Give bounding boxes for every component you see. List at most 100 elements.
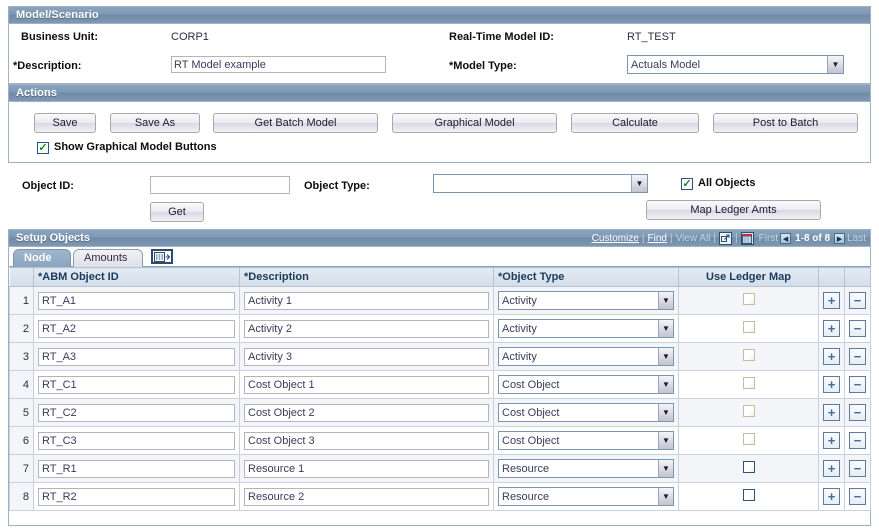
add-row-column [818, 267, 845, 287]
save-as-button[interactable]: Save As [110, 113, 200, 133]
description-input[interactable] [244, 431, 489, 450]
add-row-button[interactable]: + [823, 376, 840, 393]
object-type-column[interactable]: *Object Type [493, 267, 679, 287]
chevron-down-icon[interactable]: ▼ [658, 376, 673, 393]
add-row-cell: + [818, 342, 845, 371]
abm-object-id-input[interactable] [38, 459, 235, 478]
abm-object-id-input[interactable] [38, 375, 235, 394]
add-row-button[interactable]: + [823, 404, 840, 421]
first-page-label[interactable]: First [756, 233, 778, 244]
chevron-down-icon[interactable]: ▼ [658, 488, 673, 505]
view-all-link[interactable]: View All [676, 233, 711, 244]
description-column[interactable]: *Description [239, 267, 494, 287]
tab-node[interactable]: Node [13, 249, 71, 267]
previous-page-icon[interactable]: ◀ [780, 233, 792, 244]
save-button[interactable]: Save [34, 113, 96, 133]
all-objects-checkbox[interactable]: ✓ [681, 178, 693, 190]
abm-object-id-cell [33, 398, 240, 427]
abm-object-id-input[interactable] [38, 487, 235, 506]
delete-row-button[interactable]: − [849, 292, 866, 309]
abm-object-id-input[interactable] [38, 403, 235, 422]
chevron-down-icon[interactable]: ▼ [631, 175, 647, 192]
object-type-select[interactable]: Activity ▼ [498, 291, 674, 310]
description-cell [239, 426, 494, 455]
chevron-down-icon[interactable]: ▼ [658, 460, 673, 477]
add-row-button[interactable]: + [823, 292, 840, 309]
delete-row-button[interactable]: − [849, 320, 866, 337]
object-type-select[interactable]: Cost Object ▼ [498, 403, 674, 422]
object-type-select[interactable]: Cost Object ▼ [498, 375, 674, 394]
object-type-selected-value: Resource [502, 490, 550, 503]
description-input[interactable] [244, 459, 489, 478]
tab-amounts[interactable]: Amounts [73, 249, 143, 267]
model-type-select[interactable]: Actuals Model ▼ [627, 55, 844, 74]
object-type-select[interactable]: Activity ▼ [498, 319, 674, 338]
object-type-select[interactable]: Cost Object ▼ [498, 431, 674, 450]
description-input[interactable] [244, 487, 489, 506]
add-row-button[interactable]: + [823, 488, 840, 505]
use-ledger-map-cell [678, 482, 819, 511]
delete-row-cell: − [844, 482, 871, 511]
description-input[interactable] [244, 291, 489, 310]
add-row-button[interactable]: + [823, 432, 840, 449]
setup-objects-title: Setup Objects [16, 232, 90, 244]
description-input[interactable] [244, 375, 489, 394]
get-button[interactable]: Get [150, 202, 204, 222]
chevron-down-icon[interactable]: ▼ [658, 432, 673, 449]
delete-row-button[interactable]: − [849, 376, 866, 393]
calculate-button[interactable]: Calculate [571, 113, 699, 133]
chevron-down-icon[interactable]: ▼ [658, 404, 673, 421]
download-spreadsheet-icon[interactable] [740, 232, 754, 245]
description-cell [239, 286, 494, 315]
delete-row-button[interactable]: − [849, 404, 866, 421]
description-input[interactable] [244, 403, 489, 422]
graphical-model-button[interactable]: Graphical Model [392, 113, 557, 133]
expand-icon[interactable] [719, 232, 733, 245]
object-id-input[interactable] [150, 176, 290, 194]
delete-row-button[interactable]: − [849, 432, 866, 449]
delete-row-button[interactable]: − [849, 460, 866, 477]
setup-objects-table: *ABM Object ID *Description *Object Type… [9, 267, 871, 511]
abm-object-id-input[interactable] [38, 319, 235, 338]
description-cell [239, 482, 494, 511]
add-row-button[interactable]: + [823, 320, 840, 337]
object-type-select[interactable]: ▼ [433, 174, 648, 193]
post-to-batch-button[interactable]: Post to Batch [713, 113, 858, 133]
object-type-select[interactable]: Resource ▼ [498, 487, 674, 506]
table-row: 4 Cost Object ▼ +− [9, 370, 871, 399]
chevron-down-icon[interactable]: ▼ [658, 292, 673, 309]
nav-separator-3: | [713, 233, 717, 244]
description-input[interactable] [171, 56, 386, 73]
use-ledger-map-column[interactable]: Use Ledger Map [678, 267, 819, 287]
description-input[interactable] [244, 347, 489, 366]
chevron-down-icon[interactable]: ▼ [658, 320, 673, 337]
delete-row-button[interactable]: − [849, 348, 866, 365]
next-page-icon[interactable]: ▶ [834, 233, 846, 244]
abm-object-id-column[interactable]: *ABM Object ID [33, 267, 240, 287]
chevron-down-icon[interactable]: ▼ [658, 348, 673, 365]
show-all-columns-icon[interactable] [151, 249, 173, 264]
use-ledger-map-checkbox[interactable] [742, 461, 755, 473]
abm-object-id-input[interactable] [38, 347, 235, 366]
last-page-label[interactable]: Last [847, 233, 866, 244]
chevron-down-icon[interactable]: ▼ [827, 56, 843, 73]
description-label: *Description: [13, 60, 82, 72]
abm-object-id-cell [33, 426, 240, 455]
add-row-button[interactable]: + [823, 348, 840, 365]
show-graphical-model-buttons-checkbox[interactable]: ✓ [37, 142, 49, 154]
object-type-select[interactable]: Activity ▼ [498, 347, 674, 366]
map-ledger-amts-button[interactable]: Map Ledger Amts [646, 200, 821, 220]
abm-object-id-input[interactable] [38, 431, 235, 450]
add-row-button[interactable]: + [823, 460, 840, 477]
customize-link[interactable]: Customize [592, 233, 639, 244]
description-cell [239, 398, 494, 427]
abm-object-id-input[interactable] [38, 291, 235, 310]
use-ledger-map-checkbox[interactable] [742, 489, 755, 501]
description-input[interactable] [244, 319, 489, 338]
find-link[interactable]: Find [648, 233, 667, 244]
row-number: 6 [9, 426, 34, 455]
abm-object-id-cell [33, 454, 240, 483]
get-batch-model-button[interactable]: Get Batch Model [213, 113, 378, 133]
object-type-select[interactable]: Resource ▼ [498, 459, 674, 478]
delete-row-button[interactable]: − [849, 488, 866, 505]
